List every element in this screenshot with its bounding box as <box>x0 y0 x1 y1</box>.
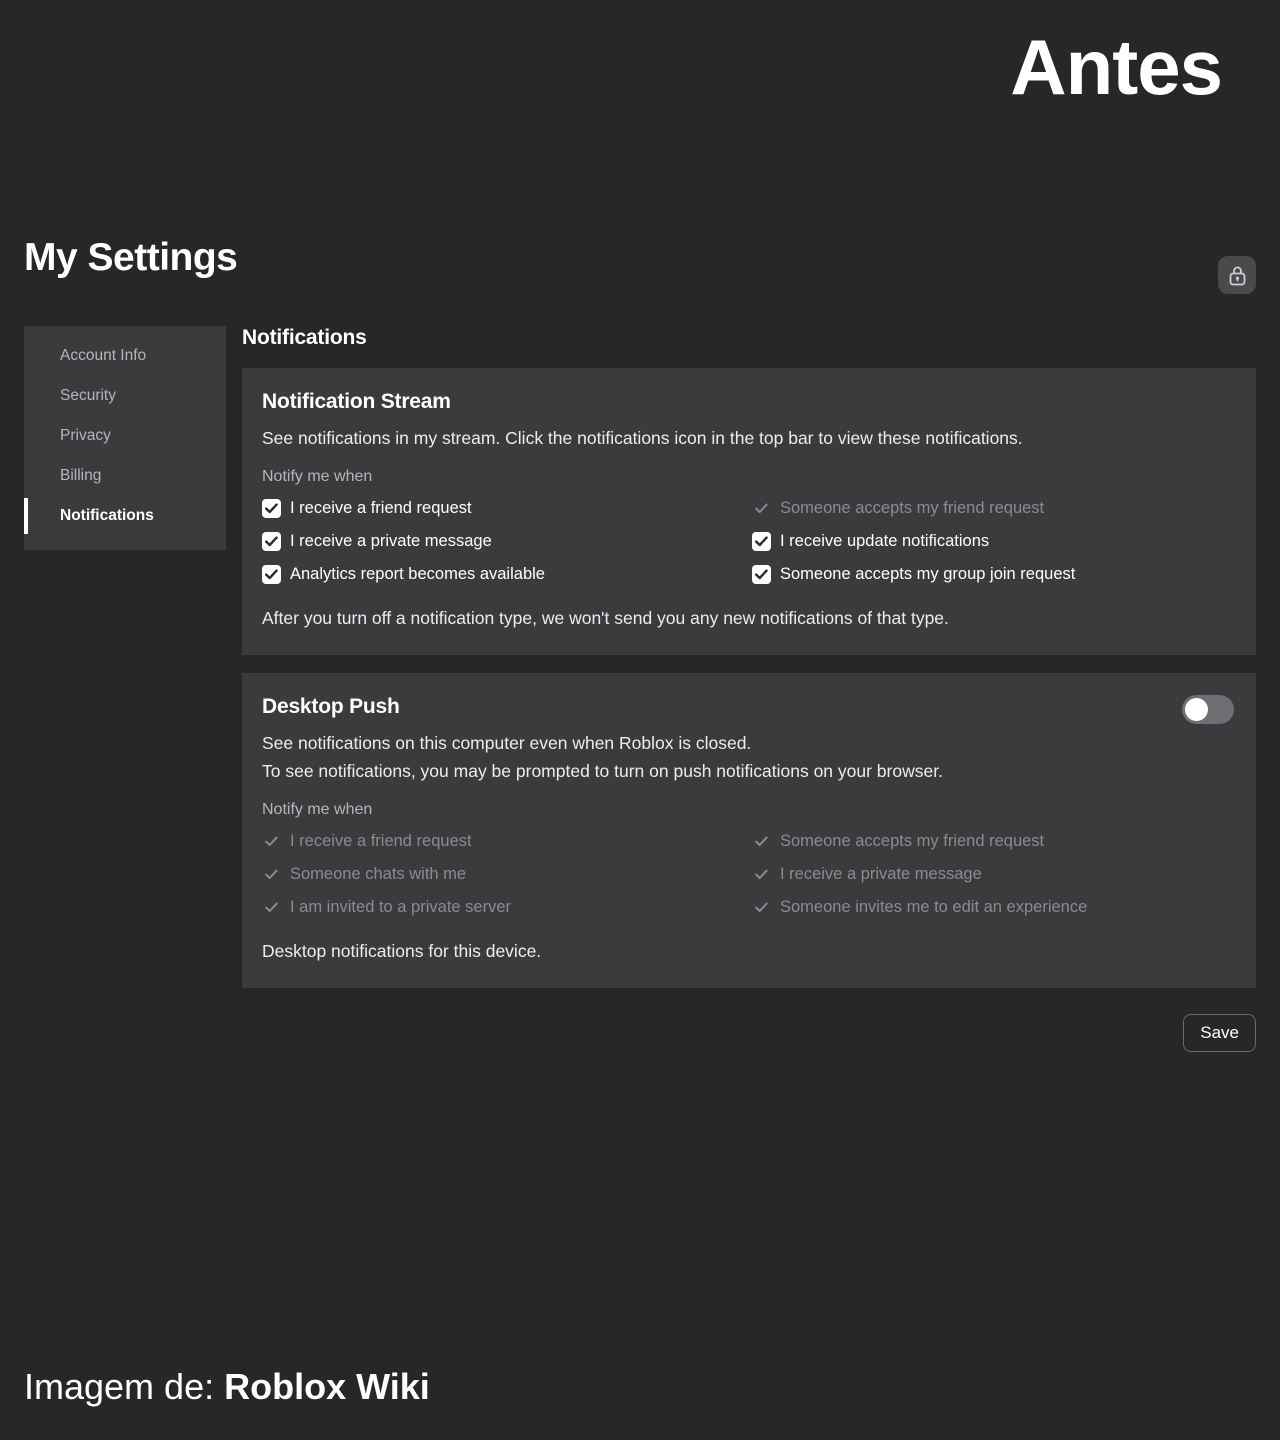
checkbox-disabled-icon <box>752 898 771 917</box>
checkbox-row-private-message[interactable]: I receive a private message <box>262 532 752 552</box>
screenshot-root: Antes My Settings Account Info Security … <box>0 0 1280 1440</box>
banner-title: Antes <box>1010 23 1223 111</box>
checkbox-checked-icon <box>262 565 281 585</box>
desktop-push-footer: Desktop notifications for this device. <box>262 941 542 962</box>
desktop-push-toggle[interactable] <box>1182 694 1234 724</box>
checkbox-label: I receive a friend request <box>290 499 472 518</box>
checkbox-row-private-message: I receive a private message <box>752 865 1236 884</box>
checkbox-label: Someone accepts my friend request <box>780 499 1045 518</box>
checkbox-label: Someone accepts my friend request <box>780 832 1045 851</box>
desktop-push-description-line2: To see notifications, you may be prompte… <box>262 761 943 782</box>
checkbox-row-update-notifications[interactable]: I receive update notifications <box>752 532 1236 552</box>
page-title: My Settings <box>24 236 238 279</box>
checkbox-row-accepts-friend-request: Someone accepts my friend request <box>752 832 1236 851</box>
checkbox-disabled-icon <box>752 499 771 518</box>
notify-me-when-label: Notify me when <box>262 468 373 486</box>
settings-header: My Settings <box>24 236 1256 298</box>
checkbox-row-someone-chats: Someone chats with me <box>262 865 752 884</box>
desktop-push-card: Desktop Push See notifications on this c… <box>242 672 1256 988</box>
notification-stream-footer: After you turn off a notification type, … <box>262 608 949 629</box>
checkbox-row-private-server-invite: I am invited to a private server <box>262 898 752 917</box>
sidebar-item-security[interactable]: Security <box>24 376 226 416</box>
save-button[interactable]: Save <box>1183 1013 1256 1052</box>
notification-stream-card: Notification Stream See notifications in… <box>242 368 1256 655</box>
lock-icon <box>1228 265 1247 286</box>
checkbox-label: I receive update notifications <box>780 532 990 551</box>
sidebar-item-billing[interactable]: Billing <box>24 456 226 496</box>
checkbox-label: I receive a private message <box>780 865 982 884</box>
checkbox-checked-icon <box>752 532 771 552</box>
sidebar-item-label: Privacy <box>60 427 111 444</box>
banner: Antes <box>0 0 1280 160</box>
section-heading: Notifications <box>242 326 367 349</box>
checkbox-disabled-icon <box>752 865 771 884</box>
checkbox-checked-icon <box>262 532 281 552</box>
sidebar-item-label: Security <box>60 387 116 404</box>
sidebar-item-account-info[interactable]: Account Info <box>24 336 226 376</box>
checkbox-label: I receive a friend request <box>290 832 472 851</box>
checkbox-label: Someone invites me to edit an experience <box>780 898 1088 917</box>
toggle-knob <box>1185 697 1208 721</box>
sidebar-item-label: Billing <box>60 467 102 484</box>
checkbox-label: Someone chats with me <box>290 865 467 884</box>
desktop-push-options: I receive a friend request Someone accep… <box>262 832 1236 917</box>
settings-content: Account Info Security Privacy Billing No… <box>24 326 1256 1052</box>
checkbox-row-accepts-friend-request: Someone accepts my friend request <box>752 499 1236 518</box>
checkbox-disabled-icon <box>262 898 281 917</box>
checkbox-label: Analytics report becomes available <box>290 565 545 584</box>
image-credit-caption: Imagem de: Roblox Wiki <box>24 1366 430 1408</box>
checkbox-row-friend-request[interactable]: I receive a friend request <box>262 499 752 519</box>
settings-main: Notifications Notification Stream See no… <box>242 326 1256 1052</box>
sidebar-item-label: Account Info <box>60 347 147 364</box>
desktop-push-description: See notifications on this computer even … <box>262 729 1192 786</box>
checkbox-row-edit-experience-invite: Someone invites me to edit an experience <box>752 898 1236 917</box>
sidebar-item-privacy[interactable]: Privacy <box>24 416 226 456</box>
sidebar-item-notifications[interactable]: Notifications <box>24 496 226 536</box>
lock-button[interactable] <box>1218 256 1256 294</box>
checkbox-label: I receive a private message <box>290 532 492 551</box>
checkbox-row-analytics-report[interactable]: Analytics report becomes available <box>262 565 752 585</box>
save-row: Save <box>242 1006 1256 1052</box>
notify-me-when-label: Notify me when <box>262 801 373 819</box>
checkbox-checked-icon <box>262 499 281 519</box>
credit-prefix: Imagem de: <box>24 1366 215 1407</box>
notification-stream-options: I receive a friend request Someone accep… <box>262 499 1236 585</box>
checkbox-label: I am invited to a private server <box>290 898 512 917</box>
checkbox-row-friend-request: I receive a friend request <box>262 832 752 851</box>
checkbox-checked-icon <box>752 565 771 585</box>
notification-stream-description: See notifications in my stream. Click th… <box>262 428 1023 448</box>
desktop-push-description-line1: See notifications on this computer even … <box>262 732 752 753</box>
credit-source: Roblox Wiki <box>224 1366 430 1407</box>
notification-stream-title: Notification Stream <box>262 390 451 413</box>
sidebar-item-label: Notifications <box>60 507 154 524</box>
checkbox-disabled-icon <box>752 832 771 851</box>
settings-sidebar: Account Info Security Privacy Billing No… <box>24 326 226 550</box>
checkbox-label: Someone accepts my group join request <box>780 565 1076 584</box>
checkbox-disabled-icon <box>262 832 281 851</box>
desktop-push-title: Desktop Push <box>262 694 400 718</box>
checkbox-row-group-join-request[interactable]: Someone accepts my group join request <box>752 565 1236 585</box>
checkbox-disabled-icon <box>262 865 281 884</box>
